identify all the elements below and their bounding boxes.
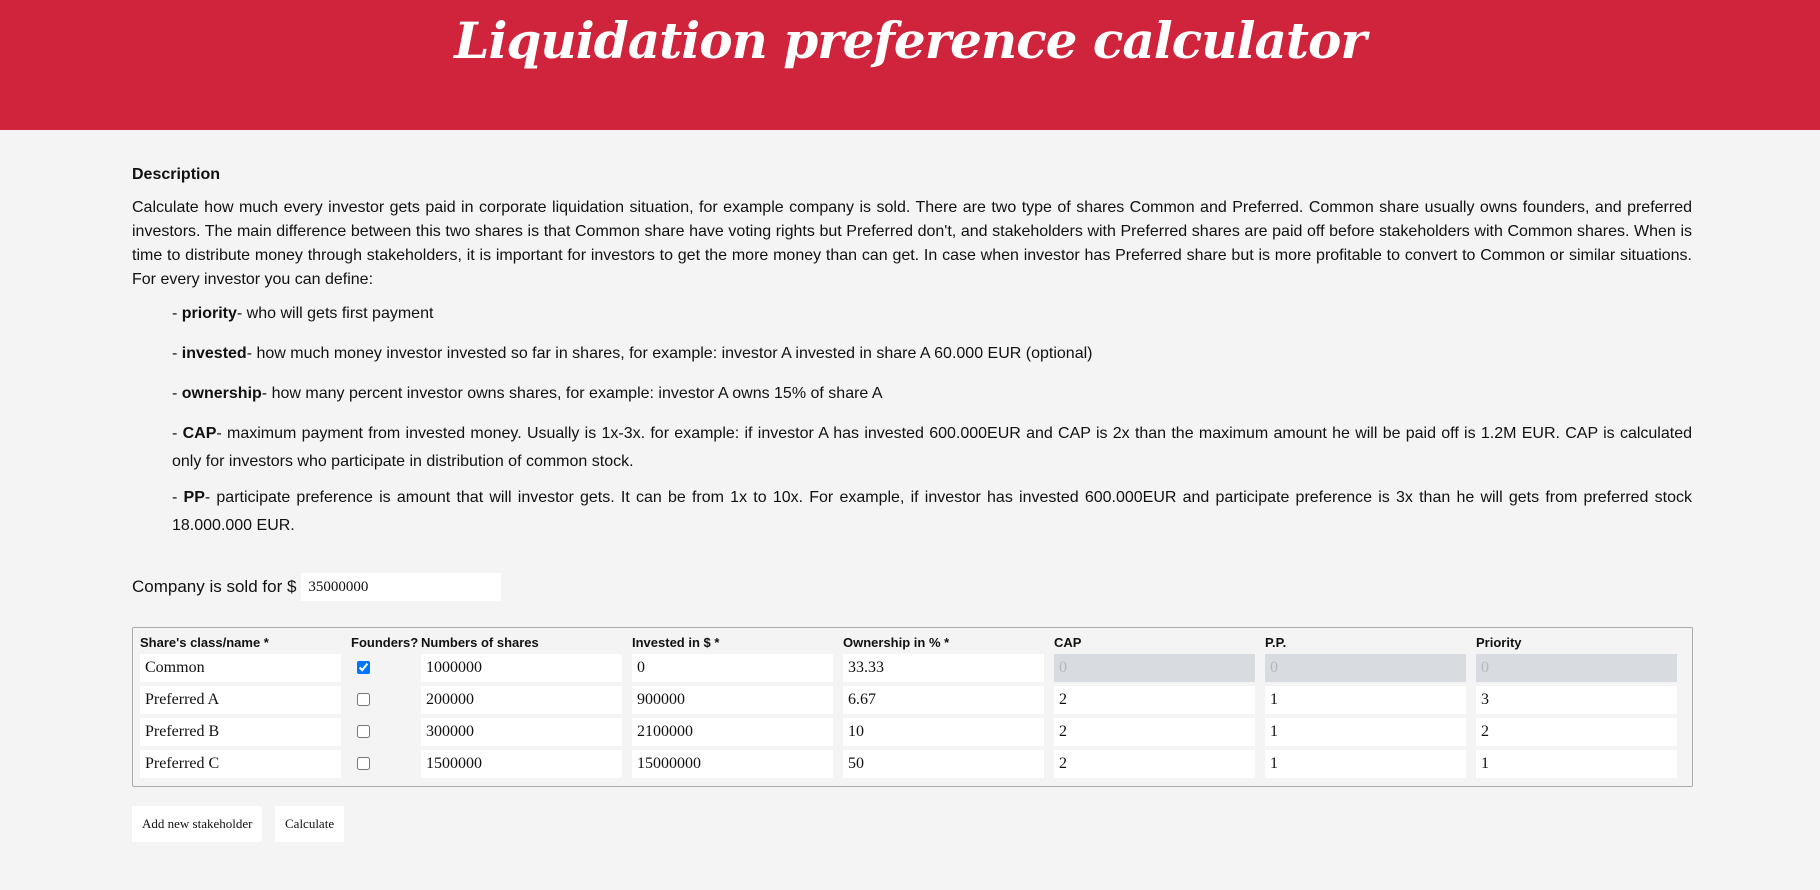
row-1-cap-input[interactable] (1054, 686, 1255, 714)
add-stakeholder-button[interactable]: Add new stakeholder (132, 806, 263, 842)
row-2-ownership-input[interactable] (843, 718, 1044, 746)
row-3-priority-input[interactable] (1476, 750, 1677, 778)
header-ownership: Ownership in % * (843, 635, 950, 650)
definition-term: ownership (181, 385, 262, 402)
definition-term: CAP (182, 425, 217, 442)
row-0-cap-input (1054, 654, 1255, 682)
row-3-invested-input[interactable] (632, 750, 833, 778)
row-1-shares-input[interactable] (421, 686, 622, 714)
row-1-name-input[interactable] (140, 686, 341, 714)
definition-priority: - priority- who will gets first payment (172, 305, 434, 322)
row-1-founders-checkbox[interactable] (357, 693, 370, 706)
row-3-shares-input[interactable] (421, 750, 622, 778)
row-0-name-input[interactable] (140, 654, 341, 682)
definition-invested: - invested- how much money investor inve… (172, 345, 1093, 362)
definition-pp: - PP- participate preference is amount t… (172, 489, 1692, 534)
header-priority: Priority (1476, 635, 1522, 650)
definition-term: priority (181, 305, 237, 322)
row-3-name-input[interactable] (140, 750, 341, 778)
header-cap: CAP (1054, 635, 1082, 650)
definition-text: - maximum payment from invested money. U… (172, 425, 1692, 470)
header-pp: P.P. (1265, 635, 1287, 650)
row-2-priority-input[interactable] (1476, 718, 1677, 746)
sale-price-input[interactable] (301, 573, 502, 601)
row-2-pp-input[interactable] (1265, 718, 1466, 746)
row-3-founders-checkbox[interactable] (357, 757, 370, 770)
calculate-button[interactable]: Calculate (275, 806, 345, 842)
definition-text: - how much money investor invested so fa… (246, 345, 1093, 362)
row-0-priority-input (1476, 654, 1677, 682)
stakeholder-table: Share's class/name * Founders? Numbers o… (132, 627, 1693, 787)
row-3-pp-input[interactable] (1265, 750, 1466, 778)
description-title: Description (132, 166, 221, 183)
definition-term: invested (181, 345, 247, 362)
row-2-invested-input[interactable] (632, 718, 833, 746)
row-3-ownership-input[interactable] (843, 750, 1044, 778)
row-3-cap-input[interactable] (1054, 750, 1255, 778)
row-1-pp-input[interactable] (1265, 686, 1466, 714)
definition-text: - how many percent investor owns shares,… (261, 385, 883, 402)
row-0-invested-input[interactable] (632, 654, 833, 682)
definition-term: PP (183, 489, 205, 506)
row-1-invested-input[interactable] (632, 686, 833, 714)
definition-cap: - CAP- maximum payment from invested mon… (172, 425, 1692, 470)
definition-text: - who will gets first payment (236, 305, 434, 322)
sale-price-label: Company is sold for $ (132, 577, 297, 596)
definition-ownership: - ownership- how many percent investor o… (172, 385, 883, 402)
header-founders: Founders? (351, 635, 419, 650)
row-0-ownership-input[interactable] (843, 654, 1044, 682)
row-1-ownership-input[interactable] (843, 686, 1044, 714)
row-0-founders-checkbox[interactable] (357, 661, 370, 674)
header-name: Share's class/name * (140, 635, 269, 650)
row-0-pp-input (1265, 654, 1466, 682)
page-header: Liquidation preference calculator (0, 0, 1820, 130)
row-2-founders-checkbox[interactable] (357, 725, 370, 738)
row-2-cap-input[interactable] (1054, 718, 1255, 746)
description-text: Calculate how much every investor gets p… (132, 199, 1692, 288)
row-1-priority-input[interactable] (1476, 686, 1677, 714)
row-0-shares-input[interactable] (421, 654, 622, 682)
sale-price-row: Company is sold for $ (132, 573, 502, 601)
page-title: Liquidation preference calculator (454, 11, 1366, 70)
row-2-shares-input[interactable] (421, 718, 622, 746)
header-shares: Numbers of shares (421, 635, 539, 650)
row-2-name-input[interactable] (140, 718, 341, 746)
definition-text: - participate preference is amount that … (172, 489, 1692, 534)
header-invested: Invested in $ * (632, 635, 720, 650)
